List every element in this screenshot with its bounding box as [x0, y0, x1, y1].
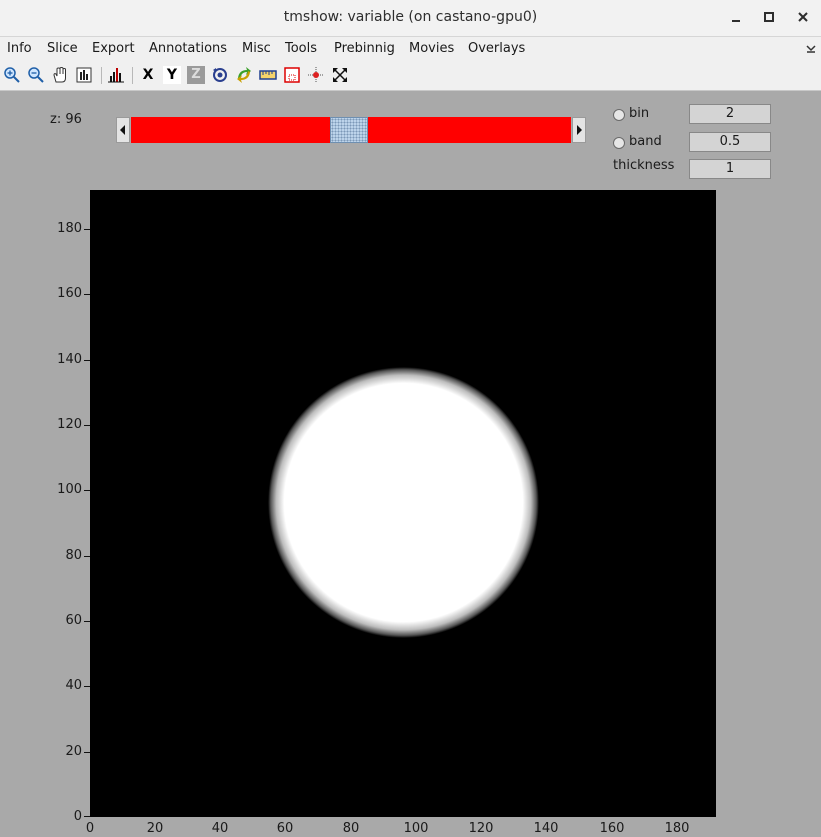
arrow-left-icon: [120, 125, 125, 135]
y-tick: [84, 360, 90, 361]
zoom-out-button[interactable]: [27, 66, 45, 84]
menu-misc[interactable]: Misc: [242, 41, 271, 56]
y-tick-label: 140: [57, 352, 82, 367]
window-title: tmshow: variable (on castano-gpu0): [283, 9, 538, 25]
ruler-icon: [259, 70, 277, 80]
toolbar-separator: [132, 67, 133, 84]
y-tick-label: 100: [57, 482, 82, 497]
bright-disk: [268, 367, 539, 638]
recycle-button[interactable]: [235, 66, 253, 84]
bin-field[interactable]: 2: [689, 104, 771, 124]
zoom-in-button[interactable]: [3, 66, 21, 84]
x-tick-label: 140: [533, 821, 559, 836]
bin-radio[interactable]: [613, 109, 625, 121]
x-tick-label: 180: [664, 821, 690, 836]
y-tick-label: 40: [65, 678, 82, 693]
fit-icon: [333, 68, 347, 82]
menu-movies[interactable]: Movies: [409, 41, 454, 56]
y-tick: [84, 556, 90, 557]
x-tick-label: 80: [342, 821, 360, 836]
y-tick: [84, 686, 90, 687]
band-radio[interactable]: [613, 137, 625, 149]
menu-bar: Info Slice Export Annotations Misc Tools…: [0, 37, 821, 61]
toolbar-separator: [101, 67, 102, 84]
y-tick: [84, 816, 90, 817]
arrow-right-icon: [577, 125, 582, 135]
menu-export[interactable]: Export: [92, 41, 135, 56]
slider-right-arrow[interactable]: [572, 117, 586, 143]
menu-slice[interactable]: Slice: [47, 41, 78, 56]
minimize-icon: [732, 20, 740, 22]
close-icon: [798, 12, 808, 22]
y-tick-label: 60: [65, 613, 82, 628]
y-tick-label: 20: [65, 744, 82, 759]
y-tick-label: 80: [65, 548, 82, 563]
y-tick: [84, 752, 90, 753]
y-tick-label: 160: [57, 286, 82, 301]
menu-info[interactable]: Info: [7, 41, 32, 56]
close-button[interactable]: [794, 8, 812, 26]
menu-prebinnig[interactable]: Prebinnig: [334, 41, 395, 56]
bin-label: bin: [629, 106, 650, 121]
rotate-button[interactable]: [211, 66, 229, 84]
histogram-icon: [108, 68, 124, 83]
y-tick-label: 120: [57, 417, 82, 432]
zoom-in-icon: [4, 67, 20, 83]
thickness-field[interactable]: 1: [689, 159, 771, 179]
y-axis-button[interactable]: Y: [163, 66, 181, 84]
y-tick: [84, 425, 90, 426]
x-tick-label: 160: [599, 821, 625, 836]
pan-hand-icon: [53, 66, 66, 83]
y-tick: [84, 621, 90, 622]
crop-icon: [284, 67, 300, 83]
x-tick-label: 60: [276, 821, 294, 836]
z-axis-button[interactable]: Z: [187, 66, 205, 84]
menu-tools[interactable]: Tools: [285, 41, 317, 56]
zoom-out-icon: [28, 67, 44, 83]
ruler-button[interactable]: [259, 66, 277, 84]
x-tick-label: 0: [85, 821, 95, 836]
colorbar-button[interactable]: [75, 66, 93, 84]
menu-overlays[interactable]: Overlays: [468, 41, 525, 56]
y-tick: [84, 294, 90, 295]
menu-annotations[interactable]: Annotations: [149, 41, 227, 56]
x-tick-label: 40: [211, 821, 229, 836]
y-tick-label: 180: [57, 221, 82, 236]
x-tick-label: 100: [403, 821, 429, 836]
band-field[interactable]: 0.5: [689, 132, 771, 152]
toolbar: X Y Z: [0, 61, 821, 91]
slice-label: z: 96: [50, 112, 82, 127]
histogram-button[interactable]: [107, 66, 125, 84]
maximize-icon: [764, 12, 774, 22]
pan-button[interactable]: [51, 66, 69, 84]
menu-overflow-icon[interactable]: [806, 44, 816, 54]
y-tick: [84, 490, 90, 491]
slice-slider-thumb[interactable]: [330, 117, 368, 143]
image-plot[interactable]: [90, 190, 716, 817]
fit-button[interactable]: [331, 66, 349, 84]
band-label: band: [629, 134, 662, 149]
x-tick-label: 20: [146, 821, 164, 836]
title-bar: tmshow: variable (on castano-gpu0): [0, 0, 821, 37]
crosshair-icon: [308, 67, 324, 83]
colorbar-icon: [76, 67, 92, 83]
crosshair-button[interactable]: [307, 66, 325, 84]
minimize-button[interactable]: [727, 8, 745, 26]
x-axis-button[interactable]: X: [139, 66, 157, 84]
slider-left-arrow[interactable]: [116, 117, 130, 143]
y-tick: [84, 229, 90, 230]
thickness-label: thickness: [613, 158, 675, 173]
crop-button[interactable]: [283, 66, 301, 84]
rotate-icon: [213, 68, 227, 82]
maximize-button[interactable]: [760, 8, 778, 26]
recycle-icon: [237, 67, 251, 83]
x-tick-label: 120: [468, 821, 494, 836]
